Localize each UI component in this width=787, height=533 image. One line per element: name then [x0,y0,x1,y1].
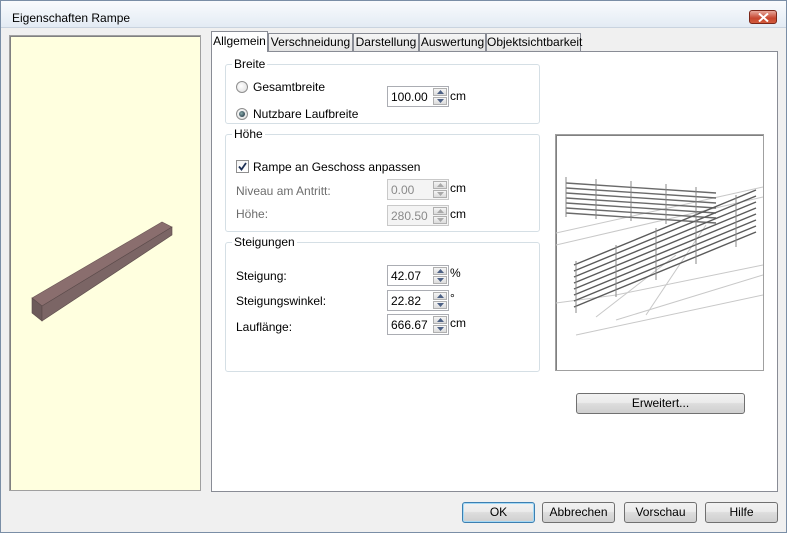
niveau-spin-buttons [433,181,447,198]
steigungswinkel-stepper[interactable] [387,290,449,311]
tab-auswertung[interactable]: Auswertung [419,33,486,51]
preview-button[interactable]: Vorschau [624,502,697,523]
niveau-unit: cm [450,181,466,195]
arrow-down-icon [437,218,444,222]
steigung-input[interactable] [389,267,433,284]
tab-panel-allgemein: Breite Gesamtbreite Nutzbare Laufbreite … [211,51,778,492]
hoehe-stepper[interactable] [387,205,449,226]
label-laufl: Lauflänge: [236,320,293,334]
laufl-spin-up[interactable] [433,316,447,324]
arrow-up-icon [437,209,444,213]
breite-unit: cm [450,89,466,103]
laufl-spin-buttons [433,316,447,333]
tab-allgemein[interactable]: Allgemein [211,31,268,52]
label-hoehe: Höhe: [236,207,269,221]
tab-objektsichtbarkeit[interactable]: Objektsichtbarkeit [486,33,582,51]
label-rampe-anpassen: Rampe an Geschoss anpassen [253,160,421,174]
steigung-unit: % [450,266,461,280]
hoehe-spin-up[interactable] [433,207,447,215]
ramp-shape-icon [31,221,173,322]
arrow-down-icon [437,192,444,196]
steigungswinkel-input[interactable] [389,292,433,309]
laufl-stepper[interactable] [387,314,449,335]
arrow-up-icon [437,294,444,298]
breite-stepper[interactable] [387,86,449,107]
window-title: Eigenschaften Rampe [12,11,131,25]
hoehe-input[interactable] [389,207,433,224]
hoehe-group-title: Höhe [232,127,265,141]
breite-spin-up[interactable] [433,88,447,96]
checkbox-rampe-anpassen[interactable] [236,160,249,173]
steigungen-group: Steigungen Steigung: % Steigungswinkel: … [225,235,540,372]
title-bar[interactable]: Eigenschaften Rampe [1,1,786,28]
tab-darstellung[interactable]: Darstellung [353,33,419,51]
breite-spin-buttons [433,88,447,105]
label-steigungswinkel: Steigungswinkel: [236,294,327,308]
steigung-spin-buttons [433,267,447,284]
tab-verschneidung[interactable]: Verschneidung [268,33,353,51]
steigungswinkel-spin-down[interactable] [433,301,447,309]
breite-group-title: Breite [232,57,268,71]
arrow-up-icon [437,90,444,94]
niveau-input[interactable] [389,181,433,198]
hoehe-spin-down[interactable] [433,216,447,224]
arrow-up-icon [437,318,444,322]
steigungen-group-title: Steigungen [232,235,297,249]
radio-gesamtbreite[interactable] [236,81,248,93]
label-nutzbare-laufbreite: Nutzbare Laufbreite [253,107,359,121]
steigungswinkel-spin-up[interactable] [433,292,447,300]
dialog-window: Eigenschaften Rampe Allgemein Verschneid… [0,0,787,533]
ramp-plan-preview [9,35,201,491]
cancel-button[interactable]: Abbrechen [542,502,615,523]
arrow-down-icon [437,99,444,103]
laufl-spin-down[interactable] [433,325,447,333]
arrow-up-icon [437,183,444,187]
breite-group: Breite Gesamtbreite Nutzbare Laufbreite … [225,57,540,124]
steigungswinkel-unit: ° [450,291,455,305]
hoehe-unit: cm [450,207,466,221]
close-icon [758,13,769,22]
label-steigung: Steigung: [236,269,287,283]
niveau-stepper[interactable] [387,179,449,200]
arrow-down-icon [437,278,444,282]
breite-spin-down[interactable] [433,97,447,105]
arrow-down-icon [437,327,444,331]
steigung-spin-down[interactable] [433,276,447,284]
ramp-3d-preview [555,134,764,371]
steigungswinkel-spin-buttons [433,292,447,309]
ramp-railing-icon [556,177,763,336]
label-gesamtbreite: Gesamtbreite [253,80,326,94]
hoehe-group: Höhe Rampe an Geschoss anpassen Niveau a… [225,127,540,232]
label-niveau: Niveau am Antritt: [236,184,331,198]
radio-nutzbare-laufbreite[interactable] [236,108,248,120]
niveau-spin-up[interactable] [433,181,447,189]
laufl-input[interactable] [389,316,433,333]
laufl-unit: cm [450,316,466,330]
steigung-stepper[interactable] [387,265,449,286]
steigung-spin-up[interactable] [433,267,447,275]
arrow-up-icon [437,269,444,273]
breite-input[interactable] [389,88,433,105]
erweitert-button[interactable]: Erweitert... [576,393,745,414]
hoehe-spin-buttons [433,207,447,224]
help-button[interactable]: Hilfe [705,502,778,523]
ok-button[interactable]: OK [462,502,535,523]
checkmark-icon [238,162,247,171]
niveau-spin-down[interactable] [433,190,447,198]
arrow-down-icon [437,303,444,307]
close-button[interactable] [749,10,777,24]
